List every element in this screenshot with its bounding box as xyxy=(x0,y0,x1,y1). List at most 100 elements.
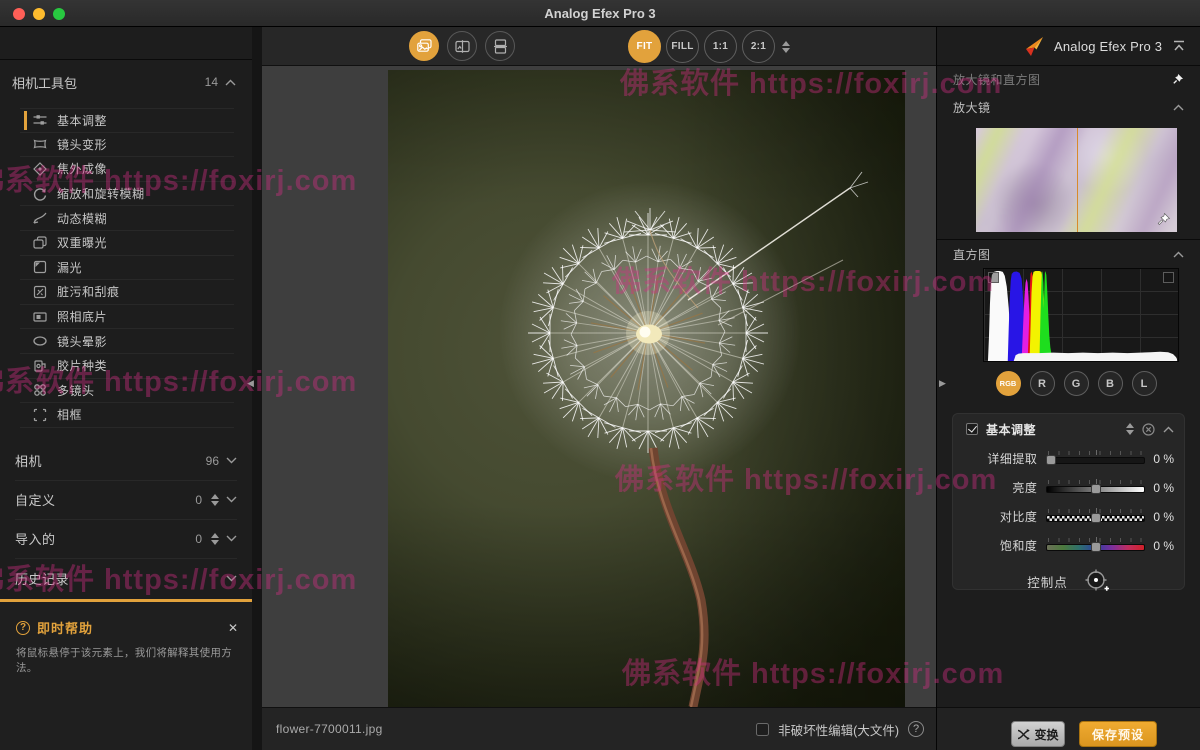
tool-item-label: 镜头变形 xyxy=(57,136,107,153)
filename-label: flower-7700011.jpg xyxy=(276,722,383,736)
library-sections: 相机 96 自定义 0 导入的 0 历史记录 xyxy=(15,442,237,598)
tool-item-label: 多镜头 xyxy=(57,382,95,399)
tool-item-dirt-scratches[interactable]: 脏污和刮痕 xyxy=(20,280,234,305)
tool-item-light-leak[interactable]: 漏光 xyxy=(20,256,234,281)
collapse-right-panel-icon[interactable]: ▶ xyxy=(939,378,946,389)
slider-track[interactable] xyxy=(1046,457,1145,464)
camera-toolkit-title: 相机工具包 xyxy=(12,73,77,92)
slider-ticks xyxy=(1048,451,1143,455)
preview-mode-group xyxy=(409,31,515,61)
collapse-all-icon[interactable] xyxy=(1172,40,1186,52)
save-preset-button[interactable]: 保存预设 xyxy=(1079,721,1157,747)
right-panel-app-title: Analog Efex Pro 3 xyxy=(1054,39,1162,54)
photo-preview[interactable] xyxy=(388,70,905,707)
motion-blur-icon xyxy=(32,210,48,226)
tool-item-label: 胶片种类 xyxy=(57,357,107,374)
title-bar: Analog Efex Pro 3 xyxy=(0,0,1200,27)
tool-item-label: 缩放和旋转模糊 xyxy=(57,185,145,202)
zoom-stepper[interactable] xyxy=(782,41,790,53)
dandelion-stem xyxy=(388,70,905,707)
section-imported[interactable]: 导入的 0 xyxy=(15,520,237,559)
zoom-100-button[interactable]: 1:1 xyxy=(704,30,737,63)
slider-value: 0 % xyxy=(1153,510,1174,524)
zoom-fit-button[interactable]: FIT xyxy=(628,30,661,63)
split-preview-button[interactable] xyxy=(485,31,515,61)
section-history[interactable]: 历史记录 xyxy=(15,559,237,598)
loupe-centerline xyxy=(1077,128,1079,232)
slider-thumb[interactable] xyxy=(1091,542,1101,552)
section-cameras[interactable]: 相机 96 xyxy=(15,442,237,481)
tool-item-zoom-rotate-blur[interactable]: 缩放和旋转模糊 xyxy=(20,182,234,207)
side-by-side-preview-button[interactable] xyxy=(447,31,477,61)
photo-stack-icon xyxy=(416,38,433,55)
basic-adjustments-header: 基本调整 xyxy=(953,414,1184,444)
slider-value: 0 % xyxy=(1153,481,1174,495)
panel-reorder-stepper[interactable] xyxy=(1126,423,1134,435)
channel-b-button[interactable]: B xyxy=(1098,371,1123,396)
tool-item-double-exposure[interactable]: 双重曝光 xyxy=(20,231,234,256)
frame-icon xyxy=(32,407,48,423)
loupe-histogram-section-header[interactable]: 放大镜和直方图 xyxy=(937,66,1200,93)
slider-thumb[interactable] xyxy=(1046,455,1056,465)
shadow-clipping-checkbox[interactable] xyxy=(988,272,999,283)
right-panel: Analog Efex Pro 3 放大镜和直方图 放大镜 直方图 xyxy=(936,27,1200,750)
channel-g-button[interactable]: G xyxy=(1064,371,1089,396)
section-label: 历史记录 xyxy=(15,569,69,588)
section-title: 直方图 xyxy=(953,246,991,263)
pin-icon[interactable] xyxy=(1171,73,1184,86)
count-stepper[interactable] xyxy=(211,494,219,506)
slider-value: 0 % xyxy=(1153,452,1174,466)
tool-item-vignette[interactable]: 镜头晕影 xyxy=(20,329,234,354)
transform-button[interactable]: 变换 xyxy=(1011,721,1065,747)
basic-adjustments-checkbox[interactable] xyxy=(966,423,978,435)
help-question-icon[interactable]: ? xyxy=(908,721,924,737)
tool-item-frame[interactable]: 相框 xyxy=(20,403,234,428)
tool-item-label: 焦外成像 xyxy=(57,160,107,177)
split-horizontal-icon xyxy=(492,38,509,55)
collapse-left-panel-icon[interactable]: ◀ xyxy=(247,378,254,389)
analog-efex-pro-window: { "window": { "title": "Analog Efex Pro … xyxy=(0,0,1200,750)
count-stepper[interactable] xyxy=(211,533,219,545)
loupe-section-header[interactable]: 放大镜 xyxy=(937,93,1200,121)
remove-panel-icon[interactable] xyxy=(1142,423,1155,436)
camera-toolkit-count: 14 xyxy=(205,75,218,89)
channel-rgb-button[interactable]: RGB xyxy=(996,371,1021,396)
camera-toolkit-list: 基本调整 镜头变形 焦外成像 缩放和旋转模糊 动态模糊 双重曝光 漏光 脏污和 xyxy=(20,108,234,428)
section-custom[interactable]: 自定义 0 xyxy=(15,481,237,520)
section-count: 0 xyxy=(195,493,202,507)
tool-item-bokeh[interactable]: 焦外成像 xyxy=(20,157,234,182)
tool-item-label: 基本调整 xyxy=(57,112,107,129)
add-control-point-icon[interactable] xyxy=(1084,568,1110,594)
tool-item-photo-plate[interactable]: 照相底片 xyxy=(20,305,234,330)
slider-thumb[interactable] xyxy=(1091,513,1101,523)
bokeh-icon xyxy=(32,161,48,177)
basic-adjustments-panel: 基本调整 详细提取 0 % 亮度 0 % 对比度 0 % 饱和度 0 % xyxy=(952,413,1185,590)
slider-saturation: 饱和度 0 % xyxy=(953,531,1184,560)
basic-adjustments-title: 基本调整 xyxy=(986,421,1036,438)
tool-item-multi-lens[interactable]: 多镜头 xyxy=(20,379,234,404)
loupe-pin-icon[interactable] xyxy=(1156,212,1171,227)
channel-l-button[interactable]: L xyxy=(1132,371,1157,396)
close-icon[interactable]: ✕ xyxy=(228,621,238,635)
tool-item-film-type[interactable]: 胶片种类 xyxy=(20,354,234,379)
highlight-clipping-checkbox[interactable] xyxy=(1163,272,1174,283)
zoom-200-button[interactable]: 2:1 xyxy=(742,30,775,63)
tool-item-lens-distortion[interactable]: 镜头变形 xyxy=(20,133,234,158)
single-preview-button[interactable] xyxy=(409,31,439,61)
tool-item-motion-blur[interactable]: 动态模糊 xyxy=(20,206,234,231)
nondestructive-checkbox[interactable] xyxy=(756,723,769,736)
help-question-icon: ? xyxy=(16,621,30,635)
zoom-fill-button[interactable]: FILL xyxy=(666,30,699,63)
window-title: Analog Efex Pro 3 xyxy=(0,6,1200,21)
slider-thumb[interactable] xyxy=(1091,484,1101,494)
loupe-preview[interactable] xyxy=(976,128,1177,232)
chevron-up-icon[interactable] xyxy=(1163,426,1174,433)
histogram-section-header[interactable]: 直方图 xyxy=(937,240,1200,268)
camera-toolkit-header[interactable]: 相机工具包 14 xyxy=(0,60,252,104)
zoom-rotate-blur-icon xyxy=(32,186,48,202)
control-points-label: 控制点 xyxy=(1027,572,1068,591)
slider-label: 饱和度 xyxy=(953,537,1037,554)
chevron-up-icon xyxy=(1173,251,1184,258)
tool-item-basic-adjustments[interactable]: 基本调整 xyxy=(20,108,234,133)
channel-r-button[interactable]: R xyxy=(1030,371,1055,396)
